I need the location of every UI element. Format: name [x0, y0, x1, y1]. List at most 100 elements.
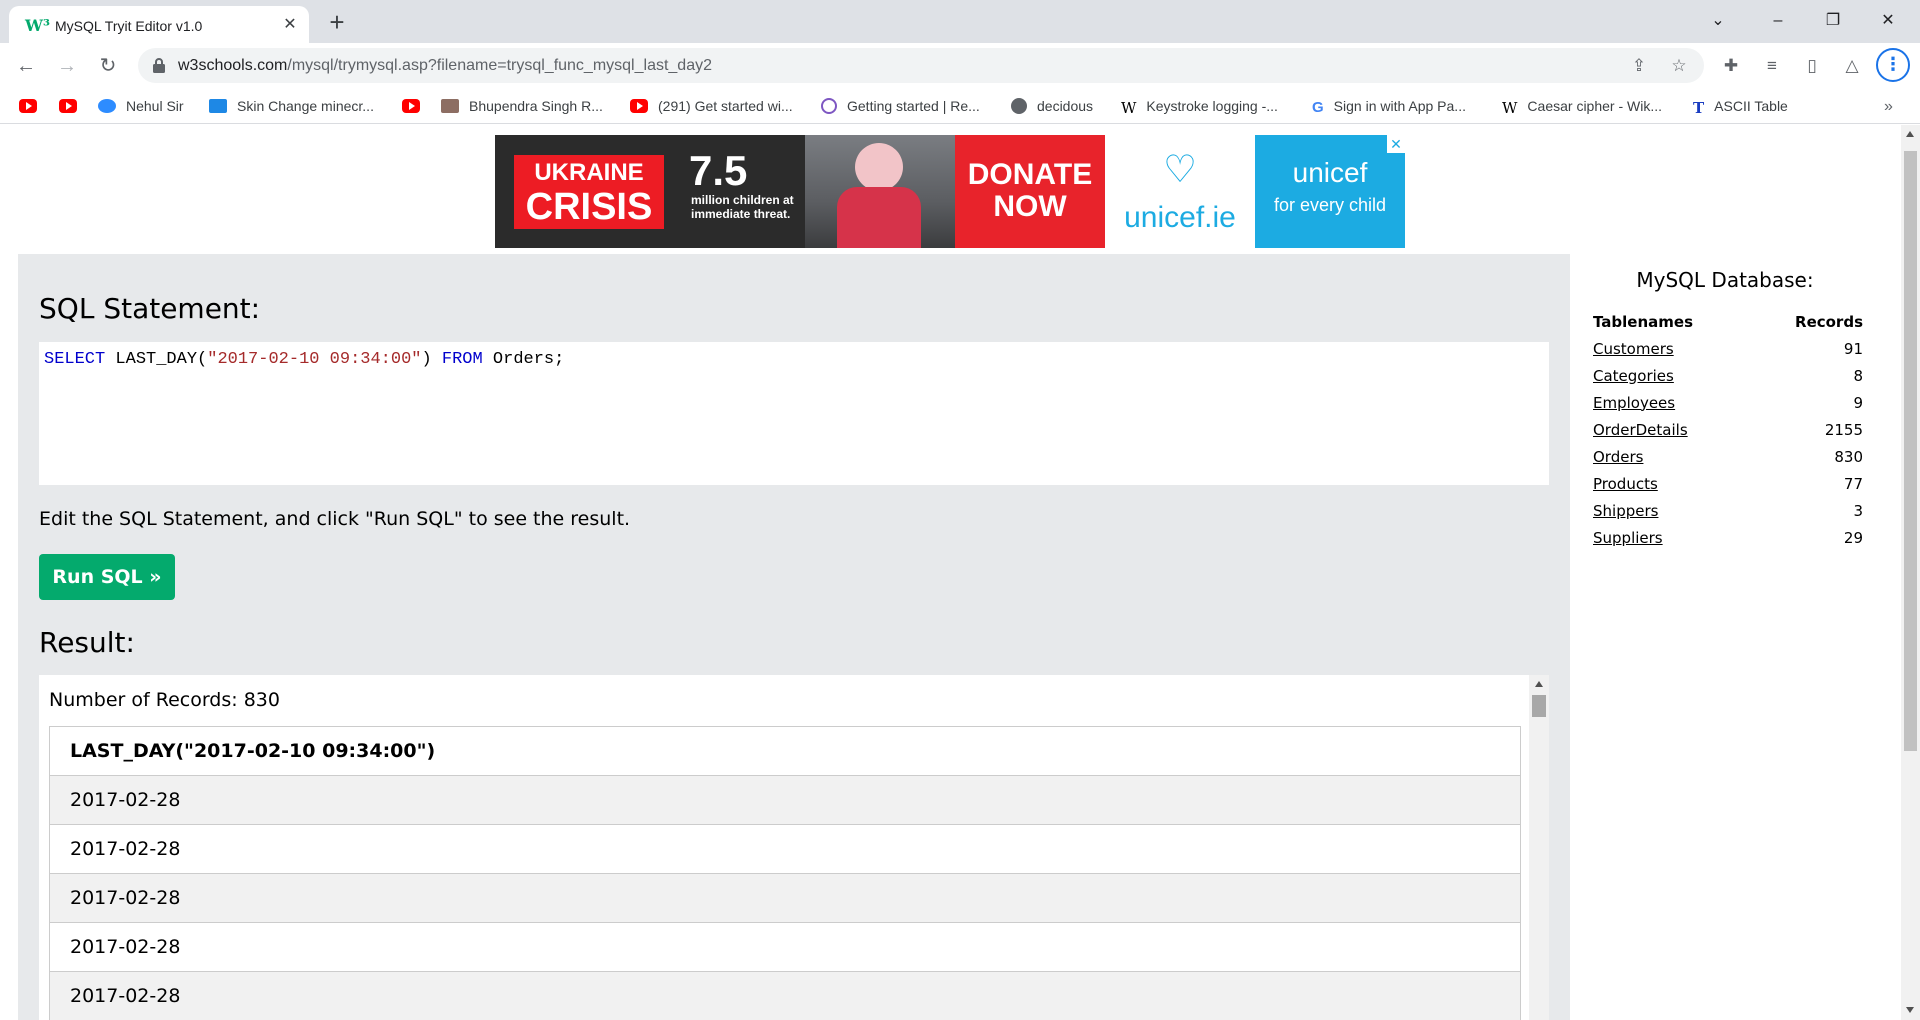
table-link-suppliers[interactable]: Suppliers [1593, 529, 1663, 547]
table-cell: 2017-02-28 [49, 824, 1521, 874]
scroll-up-arrow-icon[interactable] [1535, 681, 1543, 687]
url-text[interactable]: w3schools.com/mysql/trymysql.asp?filenam… [178, 57, 712, 75]
lock-icon[interactable] [152, 58, 166, 73]
bookmark-youtube-2[interactable] [59, 94, 87, 118]
globe-icon [1011, 98, 1027, 114]
page-viewport: UKRAINE CRISIS 7.5 million children at i… [0, 125, 1920, 1020]
table-row: Customers 91 [1593, 335, 1863, 362]
bookmark-label: Keystroke logging -... [1146, 98, 1278, 114]
table-cell: 2017-02-28 [49, 873, 1521, 923]
table-row: 2017-02-28 [49, 922, 1521, 972]
ad-donate-now[interactable]: DONATE NOW [955, 135, 1105, 248]
chrome-menu-icon[interactable]: ⋮ [1876, 48, 1910, 82]
browser-tab[interactable]: W³ MySQL Tryit Editor v1.0 ✕ [9, 6, 309, 43]
bookmark-star-icon[interactable]: ☆ [1668, 55, 1690, 77]
zoom-icon [98, 99, 116, 113]
table-cell: 2017-02-28 [49, 775, 1521, 825]
table-cell: 2017-02-28 [49, 971, 1521, 1020]
unicef-ad-banner[interactable]: UKRAINE CRISIS 7.5 million children at i… [495, 135, 1405, 248]
youtube-icon [19, 99, 37, 113]
ad-unicef-ie-panel: ♡ unicef.ie [1105, 135, 1255, 248]
tl-icon [209, 99, 227, 113]
ad-unicef-tagline: for every child [1273, 195, 1387, 215]
reload-icon[interactable]: ↻ [93, 51, 123, 81]
instruction-text: Edit the SQL Statement, and click "Run S… [39, 508, 631, 530]
scroll-thumb[interactable] [1532, 695, 1546, 717]
ad-close-icon[interactable]: ✕ [1387, 135, 1405, 153]
bookmark-getting-started[interactable]: Getting started | Re... [821, 94, 980, 118]
sql-statement-heading: SQL Statement: [39, 292, 261, 325]
side-panel-icon[interactable]: ▯ [1800, 54, 1824, 78]
record-count: Number of Records: 830 [49, 689, 280, 711]
table-link-employees[interactable]: Employees [1593, 394, 1675, 412]
table-row: 2017-02-28 [49, 873, 1521, 923]
scroll-up-arrow-icon[interactable] [1906, 131, 1914, 137]
bookmark-label: Nehul Sir [126, 98, 184, 114]
bookmark-label: decidous [1037, 98, 1094, 114]
bookmark-label: (291) Get started wi... [658, 98, 793, 114]
page-scrollbar[interactable] [1901, 125, 1920, 1020]
table-row: Categories 8 [1593, 362, 1863, 389]
tab-search-icon[interactable]: ⌄ [1695, 6, 1741, 36]
close-window-button[interactable]: ✕ [1865, 6, 1911, 36]
result-column-header: LAST_DAY("2017-02-10 09:34:00") [49, 726, 1521, 776]
tab-close-icon[interactable]: ✕ [280, 15, 300, 35]
table-link-orderdetails[interactable]: OrderDetails [1593, 421, 1688, 439]
bookmark-keystroke[interactable]: W Keystroke logging -... [1121, 94, 1278, 118]
table-link-shippers[interactable]: Shippers [1593, 502, 1658, 520]
bookmark-label: Skin Change minecr... [237, 98, 374, 114]
database-header-row: Tablenames Records [1593, 309, 1863, 335]
ad-unicef-logo-panel: unicef for every child [1255, 135, 1405, 248]
youtube-icon [630, 99, 648, 113]
bookmark-get-started[interactable]: (291) Get started wi... [630, 94, 793, 118]
ad-donate-text: DONATE NOW [967, 158, 1093, 223]
record-count-cell: 8 [1853, 366, 1863, 385]
media-queue-icon[interactable]: ≡ [1760, 54, 1784, 78]
record-count-cell: 3 [1853, 501, 1863, 520]
bookmark-decidous[interactable]: decidous [1011, 94, 1093, 118]
address-bar[interactable]: w3schools.com/mysql/trymysql.asp?filenam… [138, 48, 1704, 83]
thumbnail-icon [441, 99, 459, 113]
scroll-thumb[interactable] [1904, 151, 1917, 751]
table-link-orders[interactable]: Orders [1593, 448, 1643, 466]
tab-strip: W³ MySQL Tryit Editor v1.0 ✕ + ⌄ – ❐ ✕ [0, 0, 1920, 43]
table-link-customers[interactable]: Customers [1593, 340, 1674, 358]
drive-icon[interactable]: △ [1840, 54, 1864, 78]
t-icon: T [1693, 99, 1705, 117]
google-icon: G [1312, 99, 1324, 116]
sql-keyword-from: FROM [441, 350, 483, 369]
scroll-down-arrow-icon[interactable] [1906, 1007, 1914, 1013]
database-title: MySQL Database: [1636, 268, 1814, 292]
sql-editor[interactable]: SELECT LAST_DAY("2017-02-10 09:34:00") F… [39, 342, 1549, 485]
ad-number-subtitle: million children at immediate threat. [691, 193, 794, 221]
bookmark-nehul-sir[interactable]: Nehul Sir [98, 94, 184, 118]
bookmark-caesar[interactable]: W Caesar cipher - Wik... [1502, 94, 1662, 118]
forward-arrow-icon[interactable]: → [52, 51, 82, 81]
result-scrollbar[interactable] [1529, 675, 1549, 1020]
editor-panel: SQL Statement: SELECT LAST_DAY("2017-02-… [18, 254, 1570, 1020]
new-tab-button[interactable]: + [323, 9, 351, 37]
ad-unicef-ie-text: unicef.ie [1124, 201, 1236, 234]
bookmark-ascii-table[interactable]: T ASCII Table [1693, 94, 1788, 118]
minimize-button[interactable]: – [1755, 6, 1801, 36]
share-icon[interactable]: ⇪ [1628, 55, 1650, 77]
bookmark-skin-change[interactable]: Skin Change minecr... [209, 94, 374, 118]
restore-button[interactable]: ❐ [1810, 6, 1856, 36]
bookmark-youtube-3[interactable] [402, 94, 430, 118]
back-arrow-icon[interactable]: ← [11, 51, 41, 81]
bookmark-app-password[interactable]: G Sign in with App Pa... [1312, 94, 1466, 118]
sql-code-line[interactable]: SELECT LAST_DAY("2017-02-10 09:34:00") F… [44, 350, 564, 369]
table-row: 2017-02-28 [49, 971, 1521, 1020]
result-area[interactable]: Number of Records: 830 LAST_DAY("2017-02… [39, 675, 1549, 1020]
table-link-categories[interactable]: Categories [1593, 367, 1674, 385]
extensions-puzzle-icon[interactable]: ✚ [1719, 54, 1743, 78]
bookmark-label: ASCII Table [1714, 98, 1788, 114]
bookmark-youtube-1[interactable] [19, 94, 47, 118]
table-link-products[interactable]: Products [1593, 475, 1658, 493]
bookmark-label: Bhupendra Singh R... [469, 98, 603, 114]
table-row: OrderDetails 2155 [1593, 416, 1863, 443]
bookmarks-overflow-icon[interactable]: » [1884, 98, 1893, 116]
result-header-row: LAST_DAY("2017-02-10 09:34:00") [49, 726, 1521, 776]
bookmark-bhupendra[interactable]: Bhupendra Singh R... [441, 94, 603, 118]
run-sql-button[interactable]: Run SQL » [39, 554, 175, 600]
